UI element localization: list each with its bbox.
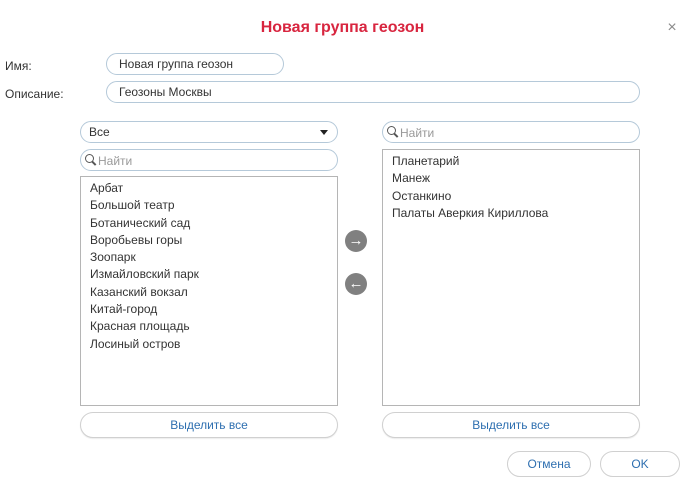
list-item[interactable]: Останкино [392, 188, 630, 205]
cancel-button[interactable]: Отмена [507, 451, 591, 477]
move-right-button[interactable]: → [345, 230, 367, 252]
right-search-placeholder: Найти [400, 125, 435, 140]
right-search-input[interactable]: Найти [382, 121, 640, 143]
list-item[interactable]: Планетарий [392, 153, 630, 170]
move-left-button[interactable]: ← [345, 273, 367, 295]
list-item[interactable]: Ботанический сад [90, 215, 328, 232]
list-item[interactable]: Палаты Аверкия Кириллова [392, 205, 630, 222]
list-item[interactable]: Большой театр [90, 197, 328, 214]
close-icon[interactable]: × [664, 20, 680, 36]
description-label: Описание: [5, 87, 64, 101]
name-input[interactable]: Новая группа геозон [106, 53, 284, 75]
right-select-all-button[interactable]: Выделить все [382, 412, 640, 438]
filter-select[interactable]: Все [80, 121, 338, 143]
selected-geofences-list[interactable]: Планетарий Манеж Останкино Палаты Аверки… [382, 149, 640, 406]
list-item[interactable]: Арбат [90, 180, 328, 197]
list-item[interactable]: Казанский вокзал [90, 284, 328, 301]
arrow-right-icon: → [348, 232, 364, 249]
arrow-left-icon: ← [348, 275, 364, 292]
filter-select-value: Все [89, 125, 110, 139]
list-item[interactable]: Красная площадь [90, 318, 328, 335]
ok-button[interactable]: OK [600, 451, 680, 477]
list-item[interactable]: Манеж [392, 170, 630, 187]
name-label: Имя: [5, 59, 32, 73]
chevron-down-icon [320, 130, 328, 135]
list-item[interactable]: Лосиный остров [90, 336, 328, 353]
search-icon [85, 153, 96, 166]
left-search-input[interactable]: Найти [80, 149, 338, 171]
dialog-title: Новая группа геозон [260, 19, 425, 36]
left-select-all-button[interactable]: Выделить все [80, 412, 338, 438]
left-search-placeholder: Найти [98, 153, 133, 168]
list-item[interactable]: Воробьевы горы [90, 232, 328, 249]
list-item[interactable]: Китай-город [90, 301, 328, 318]
new-geofence-group-dialog: Новая группа геозон × Имя: Новая группа … [0, 0, 685, 487]
list-item[interactable]: Зоопарк [90, 249, 328, 266]
description-input[interactable]: Геозоны Москвы [106, 81, 640, 103]
available-geofences-list[interactable]: Арбат Большой театр Ботанический сад Вор… [80, 176, 338, 406]
search-icon [387, 125, 398, 138]
list-item[interactable]: Измайловский парк [90, 266, 328, 283]
